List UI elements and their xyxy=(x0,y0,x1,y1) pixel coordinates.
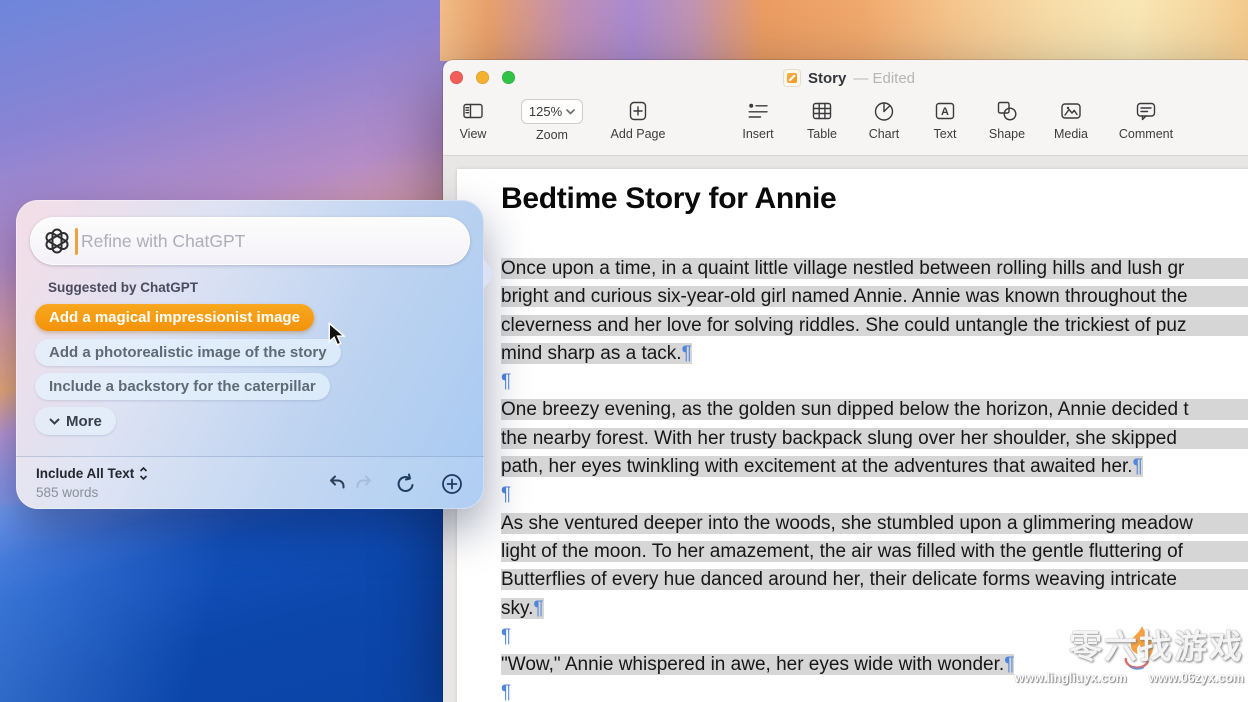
document-line: sky.¶ xyxy=(501,595,1248,623)
suggested-by-label: Suggested by ChatGPT xyxy=(48,280,198,295)
openai-logo-icon xyxy=(43,227,71,255)
zoom-dropdown[interactable]: 125% xyxy=(521,99,583,124)
media-photo-icon xyxy=(1059,99,1083,123)
up-down-chevrons-icon xyxy=(139,467,148,480)
document-canvas: Bedtime Story for Annie Once upon a time… xyxy=(443,156,1248,702)
pages-window: Story — Edited View 125% Zoom Add Page xyxy=(443,60,1248,702)
suggestion-pill[interactable]: Add a photorealistic image of the story xyxy=(35,339,341,366)
window-edited-status: — Edited xyxy=(853,70,915,87)
chevron-down-icon xyxy=(49,418,60,425)
pilcrow-mark: ¶ xyxy=(682,343,692,364)
include-all-text-selector[interactable]: Include All Text xyxy=(36,466,148,481)
toolbar-view-button[interactable]: View xyxy=(428,99,518,141)
word-count: 585 words xyxy=(36,485,98,500)
suggestion-pill[interactable]: Include a backstory for the caterpillar xyxy=(35,373,330,400)
toolbar-zoom-control[interactable]: 125% Zoom xyxy=(507,99,597,142)
window-title: Story xyxy=(808,70,846,87)
document-line: bright and curious six-year-old girl nam… xyxy=(501,283,1248,311)
watermark-urls: www.lingliuyx.com www.06zyx.com xyxy=(1004,671,1244,685)
window-title-group: Story — Edited xyxy=(443,60,1248,96)
pilcrow-mark: ¶ xyxy=(533,598,543,619)
regenerate-button[interactable] xyxy=(393,471,419,497)
chatgpt-assistant-popup: Refine with ChatGPT Suggested by ChatGPT… xyxy=(16,200,484,509)
document-line: cleverness and her love for solving ridd… xyxy=(501,312,1248,340)
wallpaper-top-stripe xyxy=(440,0,1248,61)
more-suggestions-button[interactable]: More xyxy=(35,407,116,435)
document-line: Butterflies of every hue danced around h… xyxy=(501,566,1248,594)
document-line: mind sharp as a tack.¶ xyxy=(501,340,1248,368)
document-line: path, her eyes twinkling with excitement… xyxy=(501,453,1248,481)
pages-document-icon xyxy=(783,69,801,87)
document-line: ¶ xyxy=(501,368,1248,396)
pilcrow-mark: ¶ xyxy=(501,626,511,647)
pilcrow-mark: ¶ xyxy=(501,371,511,392)
document-line: the nearby forest. With her trusty backp… xyxy=(501,425,1248,453)
document-line: One breezy evening, as the golden sun di… xyxy=(501,396,1248,424)
pilcrow-mark: ¶ xyxy=(1133,456,1143,477)
mouse-pointer xyxy=(328,322,346,348)
document-line: As she ventured deeper into the woods, s… xyxy=(501,510,1248,538)
pilcrow-mark: ¶ xyxy=(501,484,511,505)
pilcrow-mark: ¶ xyxy=(501,682,511,702)
redo-button[interactable] xyxy=(351,471,377,497)
chevron-down-icon xyxy=(566,109,575,115)
toolbar-add-page-button[interactable]: Add Page xyxy=(593,99,683,141)
chart-pie-icon xyxy=(872,99,896,123)
wallpaper-blue-shine xyxy=(0,505,444,702)
popup-tail xyxy=(483,258,495,290)
document-line: ¶ xyxy=(501,481,1248,509)
window-titlebar: Story — Edited xyxy=(443,60,1248,96)
text-cursor xyxy=(75,228,78,255)
add-button[interactable] xyxy=(439,471,465,497)
insert-icon xyxy=(746,99,770,123)
watermark-url-2: www.06zyx.com xyxy=(1149,671,1244,685)
suggestion-pill[interactable]: Add a magical impressionist image xyxy=(35,304,314,331)
comment-icon xyxy=(1134,99,1158,123)
site-watermark: 零六找游戏 www.lingliuyx.com www.06zyx.com xyxy=(1004,624,1244,685)
chatgpt-prompt-input[interactable]: Refine with ChatGPT xyxy=(30,217,470,265)
table-icon xyxy=(810,99,834,123)
text-box-icon: A xyxy=(933,99,957,123)
document-line: Once upon a time, in a quaint little vil… xyxy=(501,255,1248,283)
document-line: light of the moon. To her amazement, the… xyxy=(501,538,1248,566)
assistant-footer: Include All Text 585 words xyxy=(16,456,484,509)
shape-icon xyxy=(995,99,1019,123)
svg-text:A: A xyxy=(941,106,949,118)
watermark-url-1: www.lingliuyx.com xyxy=(1015,671,1127,685)
add-page-icon xyxy=(626,99,650,123)
document-title: Bedtime Story for Annie xyxy=(501,182,836,216)
toolbar-comment-button[interactable]: Comment xyxy=(1101,99,1191,141)
view-sidebar-icon xyxy=(461,99,485,123)
toolbar: View 125% Zoom Add Page Insert xyxy=(443,96,1248,156)
prompt-placeholder: Refine with ChatGPT xyxy=(81,231,245,252)
undo-button[interactable] xyxy=(324,471,350,497)
watermark-brand: 零六找游戏 xyxy=(1004,624,1244,670)
